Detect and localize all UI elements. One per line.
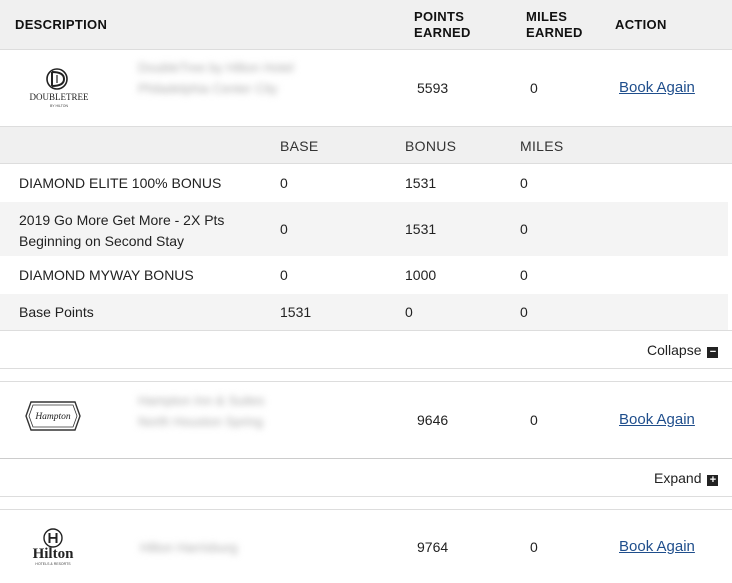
detail-column-bonus: BONUS [405,138,457,154]
collapse-label: Collapse [647,342,702,358]
detail-header: BASE BONUS MILES [0,126,732,164]
detail-row-description: DIAMOND ELITE 100% BONUS [19,175,222,191]
hilton-logo-text: Hilton [33,546,74,562]
miles-earned-value: 0 [530,80,538,96]
table-header: DESCRIPTION POINTS EARNED MILES EARNED A… [0,0,732,50]
points-earned-value: 9764 [417,539,449,555]
expand-toggle[interactable]: Expand + [654,470,719,486]
detail-row-description: Base Points [19,304,94,320]
detail-row-bonus: 1531 [405,175,437,191]
doubletree-logo-subtext: BY HILTON [50,104,69,108]
detail-column-base: BASE [280,138,319,154]
hilton-logo: Hilton HOTELS & RESORTS [26,526,80,578]
detail-row-bonus: 1531 [405,221,437,237]
column-header-points-line2: EARNED [414,25,471,40]
column-header-miles-earned: MILES EARNED [526,9,583,41]
expand-label: Expand [654,470,702,486]
column-header-points-line1: POINTS [414,9,465,24]
points-earned-value: 9646 [417,412,449,428]
points-earned-value: 5593 [417,80,449,96]
detail-row-miles: 0 [520,175,528,191]
minus-icon: − [707,347,719,358]
detail-row: 2019 Go More Get More - 2X Pts Beginning… [0,202,728,256]
column-header-description: DESCRIPTION [15,17,108,32]
detail-column-miles: MILES [520,138,564,154]
stay-row: DOUBLETREE BY HILTON DoubleTree by Hilto… [0,50,732,126]
divider [0,330,732,331]
detail-row-description-line2: Beginning on Second Stay [19,233,185,249]
detail-row: DIAMOND ELITE 100% BONUS 0 1531 0 [0,164,728,202]
hotel-name-blurred: DoubleTree by Hilton Hotel Philadelphia … [138,60,294,96]
detail-row-miles: 0 [520,304,528,320]
stay-row: Hilton HOTELS & RESORTS Hilton Harrisbur… [0,510,732,583]
column-header-miles-line1: MILES [526,9,568,24]
detail-row-base: 0 [280,221,288,237]
collapse-toggle[interactable]: Collapse − [647,342,719,358]
detail-row-base: 0 [280,267,288,283]
detail-row-description-line1: 2019 Go More Get More - 2X Pts [19,212,225,228]
miles-earned-value: 0 [530,412,538,428]
doubletree-logo: DOUBLETREE BY HILTON [26,66,92,110]
hilton-logo-subtext: HOTELS & RESORTS [35,562,71,566]
divider [0,368,732,369]
detail-row-miles: 0 [520,267,528,283]
detail-row-description: DIAMOND MYWAY BONUS [19,267,194,283]
detail-row-miles: 0 [520,221,528,237]
column-header-points-earned: POINTS EARNED [414,9,471,41]
miles-earned-value: 0 [530,539,538,555]
hampton-logo: Hampton [24,398,82,434]
book-again-link[interactable]: Book Again [619,79,695,96]
detail-row-base: 0 [280,175,288,191]
plus-icon: + [707,475,719,486]
detail-row-base: 1531 [280,304,312,320]
column-header-action: ACTION [615,17,667,32]
column-header-miles-line2: EARNED [526,25,583,40]
detail-row: DIAMOND MYWAY BONUS 0 1000 0 [0,256,728,294]
book-again-link[interactable]: Book Again [619,411,695,428]
stay-row: Hampton Hampton Inn & Suites North Houst… [0,382,732,458]
detail-row-description: 2019 Go More Get More - 2X Pts Beginning… [19,210,224,252]
doubletree-logo-text: DOUBLETREE [30,92,89,102]
detail-row-bonus: 1000 [405,267,437,283]
hampton-logo-text: Hampton [34,412,71,422]
detail-row-bonus: 0 [405,304,413,320]
hotel-name-blurred: Hampton Inn & Suites North Houston Sprin… [138,393,265,429]
detail-row: Base Points 1531 0 0 [0,294,728,330]
book-again-link[interactable]: Book Again [619,538,695,555]
divider [0,496,732,497]
hotel-name-blurred: Hilton Harrisburg [140,540,238,555]
divider [0,458,732,459]
